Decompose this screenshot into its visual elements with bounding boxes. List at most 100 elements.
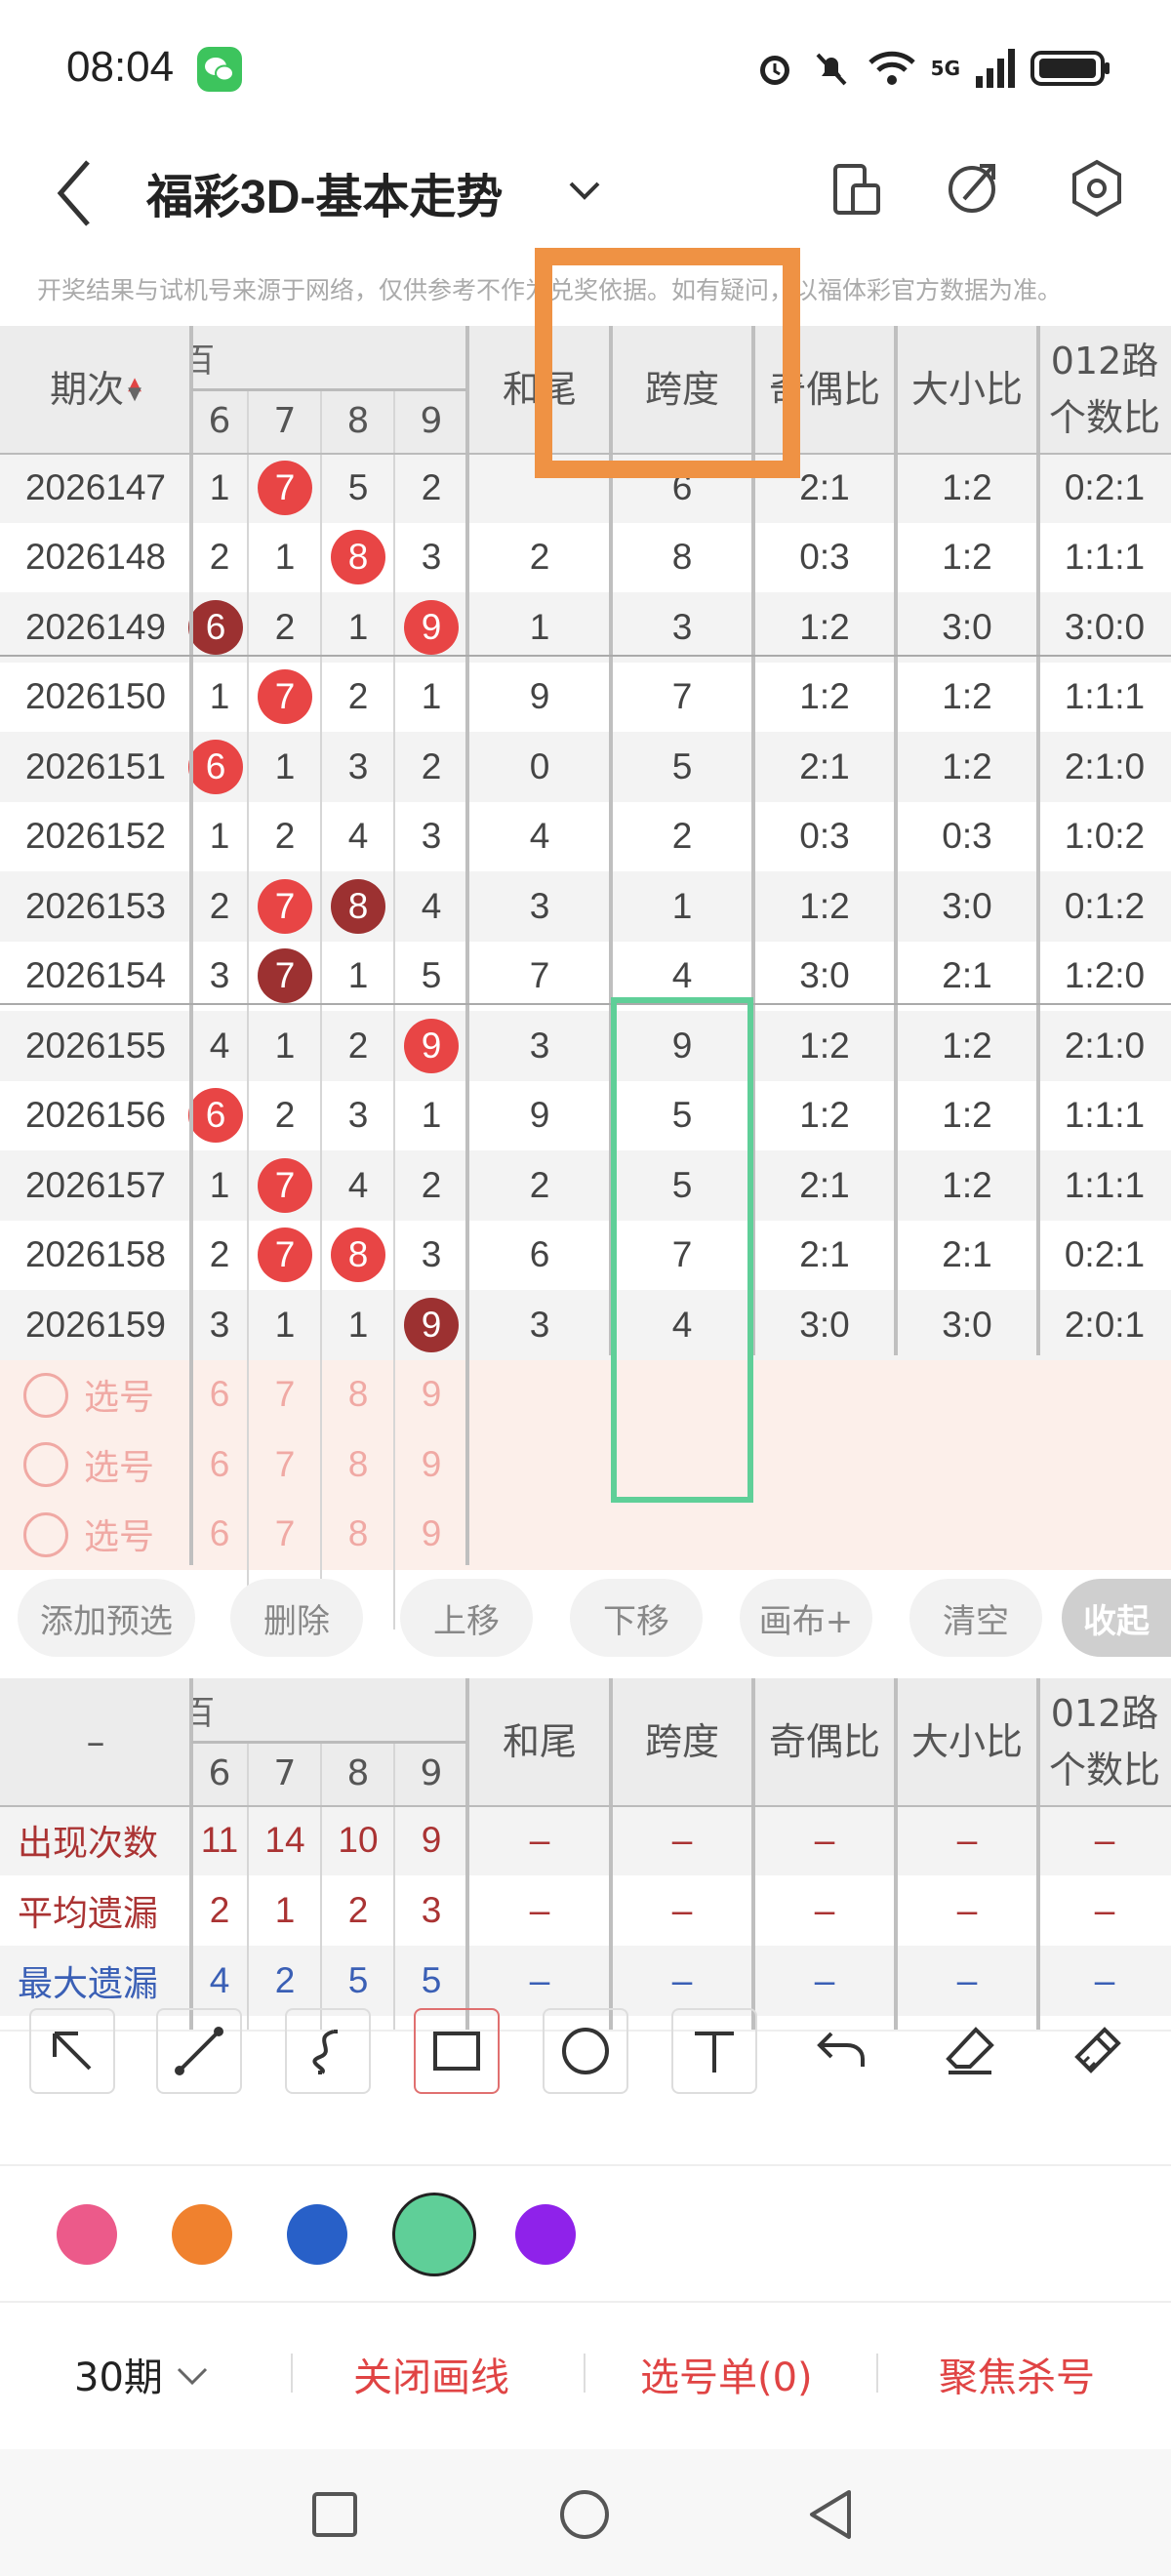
sort-icon[interactable]: ▲ ▼ bbox=[128, 376, 141, 403]
pick-label[interactable]: 选号 bbox=[84, 1429, 182, 1499]
home-icon[interactable] bbox=[558, 2488, 611, 2541]
curve-tool-icon[interactable] bbox=[285, 2008, 371, 2094]
period-select[interactable]: 30期 bbox=[74, 2346, 212, 2402]
back-icon[interactable] bbox=[806, 2488, 855, 2541]
digit-cell[interactable]: 7 bbox=[250, 453, 320, 523]
digit-cell[interactable]: 2 bbox=[191, 523, 248, 593]
digit-cell[interactable]: 2 bbox=[323, 1011, 393, 1081]
digit-cell[interactable]: 3 bbox=[191, 942, 248, 1012]
digit-cell[interactable]: 1 bbox=[191, 802, 248, 872]
pick-digit[interactable]: 7 bbox=[250, 1429, 320, 1499]
line-tool-icon[interactable] bbox=[156, 2008, 242, 2094]
pink-color-swatch[interactable] bbox=[57, 2204, 117, 2265]
digit-cell[interactable]: 3 bbox=[396, 802, 466, 872]
pick-digit[interactable]: 7 bbox=[250, 1500, 320, 1569]
orange-color-swatch[interactable] bbox=[172, 2204, 232, 2265]
focus-kill-button[interactable]: 聚焦杀号 bbox=[939, 2346, 1095, 2402]
digit-cell[interactable]: 3 bbox=[191, 1290, 248, 1360]
digit-cell[interactable]: 9 bbox=[396, 592, 466, 663]
digit-cell[interactable]: 9 bbox=[396, 1290, 466, 1360]
pick-digit[interactable]: 9 bbox=[396, 1500, 466, 1569]
digit-cell[interactable]: 2 bbox=[396, 1150, 466, 1221]
digit-cell[interactable]: 5 bbox=[323, 453, 393, 523]
digit-cell[interactable]: 1 bbox=[323, 1290, 393, 1360]
digit-cell[interactable]: 3 bbox=[396, 523, 466, 593]
digit-cell[interactable]: 2 bbox=[191, 871, 248, 942]
digit-cell[interactable]: 1 bbox=[323, 592, 393, 663]
purple-color-swatch[interactable] bbox=[515, 2204, 576, 2265]
pick-radio[interactable] bbox=[23, 1372, 68, 1418]
digit-cell[interactable]: 6 bbox=[188, 592, 248, 663]
pick-digit[interactable]: 8 bbox=[323, 1360, 393, 1429]
collapse-button[interactable]: 收起 bbox=[1062, 1579, 1171, 1657]
page-title[interactable]: 福彩3D-基本走势 bbox=[146, 158, 503, 226]
clear-brush-icon[interactable] bbox=[1054, 2008, 1140, 2094]
digit-cell[interactable]: 7 bbox=[250, 942, 320, 1012]
pick-digit[interactable]: 8 bbox=[323, 1429, 393, 1499]
digit-cell[interactable]: 1 bbox=[250, 523, 320, 593]
circle-tool-icon[interactable] bbox=[543, 2008, 628, 2094]
pick-radio[interactable] bbox=[23, 1511, 68, 1557]
pick-digit[interactable]: 6 bbox=[191, 1360, 248, 1429]
green-color-swatch[interactable] bbox=[392, 2193, 476, 2276]
settings-icon[interactable] bbox=[1068, 158, 1126, 219]
pick-digit[interactable]: 9 bbox=[396, 1360, 466, 1429]
undo-icon[interactable] bbox=[798, 2008, 884, 2094]
pick-digit[interactable]: 6 bbox=[191, 1429, 248, 1499]
digit-cell[interactable]: 7 bbox=[250, 871, 320, 942]
digit-cell[interactable]: 4 bbox=[191, 1011, 248, 1081]
digit-cell[interactable]: 2 bbox=[250, 592, 320, 663]
digit-cell[interactable]: 1 bbox=[396, 1081, 466, 1151]
digit-cell[interactable]: 7 bbox=[250, 1150, 320, 1221]
pick-list-button[interactable]: 选号单(0) bbox=[640, 2346, 813, 2402]
pick-digit[interactable]: 8 bbox=[323, 1500, 393, 1569]
digit-cell[interactable]: 7 bbox=[250, 663, 320, 733]
digit-cell[interactable]: 1 bbox=[191, 663, 248, 733]
canvas-plus-button[interactable]: 画布+ bbox=[740, 1579, 872, 1657]
digit-cell[interactable]: 2 bbox=[323, 663, 393, 733]
digit-cell[interactable]: 4 bbox=[396, 871, 466, 942]
digit-cell[interactable]: 1 bbox=[250, 732, 320, 802]
digit-cell[interactable]: 6 bbox=[188, 1081, 248, 1151]
digit-cell[interactable]: 2 bbox=[396, 732, 466, 802]
digit-cell[interactable]: 1 bbox=[191, 1150, 248, 1221]
rectangle-tool-icon[interactable] bbox=[414, 2008, 500, 2094]
digit-cell[interactable]: 8 bbox=[323, 1221, 393, 1291]
digit-cell[interactable]: 2 bbox=[191, 1221, 248, 1291]
share-icon[interactable] bbox=[947, 158, 1001, 217]
pick-label[interactable]: 选号 bbox=[84, 1500, 182, 1569]
digit-cell[interactable]: 1 bbox=[323, 942, 393, 1012]
pick-digit[interactable]: 9 bbox=[396, 1429, 466, 1499]
pick-digit[interactable]: 6 bbox=[191, 1500, 248, 1569]
back-arrow-icon[interactable] bbox=[55, 158, 94, 228]
digit-cell[interactable]: 3 bbox=[396, 1221, 466, 1291]
period-header[interactable]: 期次 ▲ ▼ bbox=[0, 326, 191, 453]
eraser-icon[interactable] bbox=[927, 2008, 1013, 2094]
digit-cell[interactable]: 9 bbox=[396, 1011, 466, 1081]
digit-cell[interactable]: 6 bbox=[188, 732, 248, 802]
digit-cell[interactable]: 2 bbox=[250, 1081, 320, 1151]
pick-label[interactable]: 选号 bbox=[84, 1360, 182, 1429]
green-rectangle-annotation[interactable] bbox=[611, 997, 753, 1503]
digit-cell[interactable]: 1 bbox=[250, 1011, 320, 1081]
digit-cell[interactable]: 2 bbox=[396, 453, 466, 523]
add-preselect-button[interactable]: 添加预选 bbox=[18, 1579, 195, 1657]
layout-switch-icon[interactable] bbox=[831, 160, 882, 219]
digit-cell[interactable]: 2 bbox=[250, 802, 320, 872]
digit-cell[interactable]: 7 bbox=[250, 1221, 320, 1291]
pick-radio[interactable] bbox=[23, 1442, 68, 1487]
chevron-down-icon[interactable] bbox=[568, 178, 601, 207]
digit-cell[interactable]: 3 bbox=[323, 1081, 393, 1151]
arrow-tool-icon[interactable] bbox=[29, 2008, 115, 2094]
delete-button[interactable]: 删除 bbox=[230, 1579, 363, 1657]
digit-cell[interactable]: 1 bbox=[250, 1290, 320, 1360]
digit-cell[interactable]: 8 bbox=[323, 523, 393, 593]
digit-cell[interactable]: 4 bbox=[323, 802, 393, 872]
digit-cell[interactable]: 5 bbox=[396, 942, 466, 1012]
blue-color-swatch[interactable] bbox=[287, 2204, 347, 2265]
close-drawing-button[interactable]: 关闭画线 bbox=[353, 2346, 509, 2402]
digit-cell[interactable]: 3 bbox=[323, 732, 393, 802]
digit-cell[interactable]: 1 bbox=[396, 663, 466, 733]
move-down-button[interactable]: 下移 bbox=[570, 1579, 703, 1657]
pick-digit[interactable]: 7 bbox=[250, 1360, 320, 1429]
